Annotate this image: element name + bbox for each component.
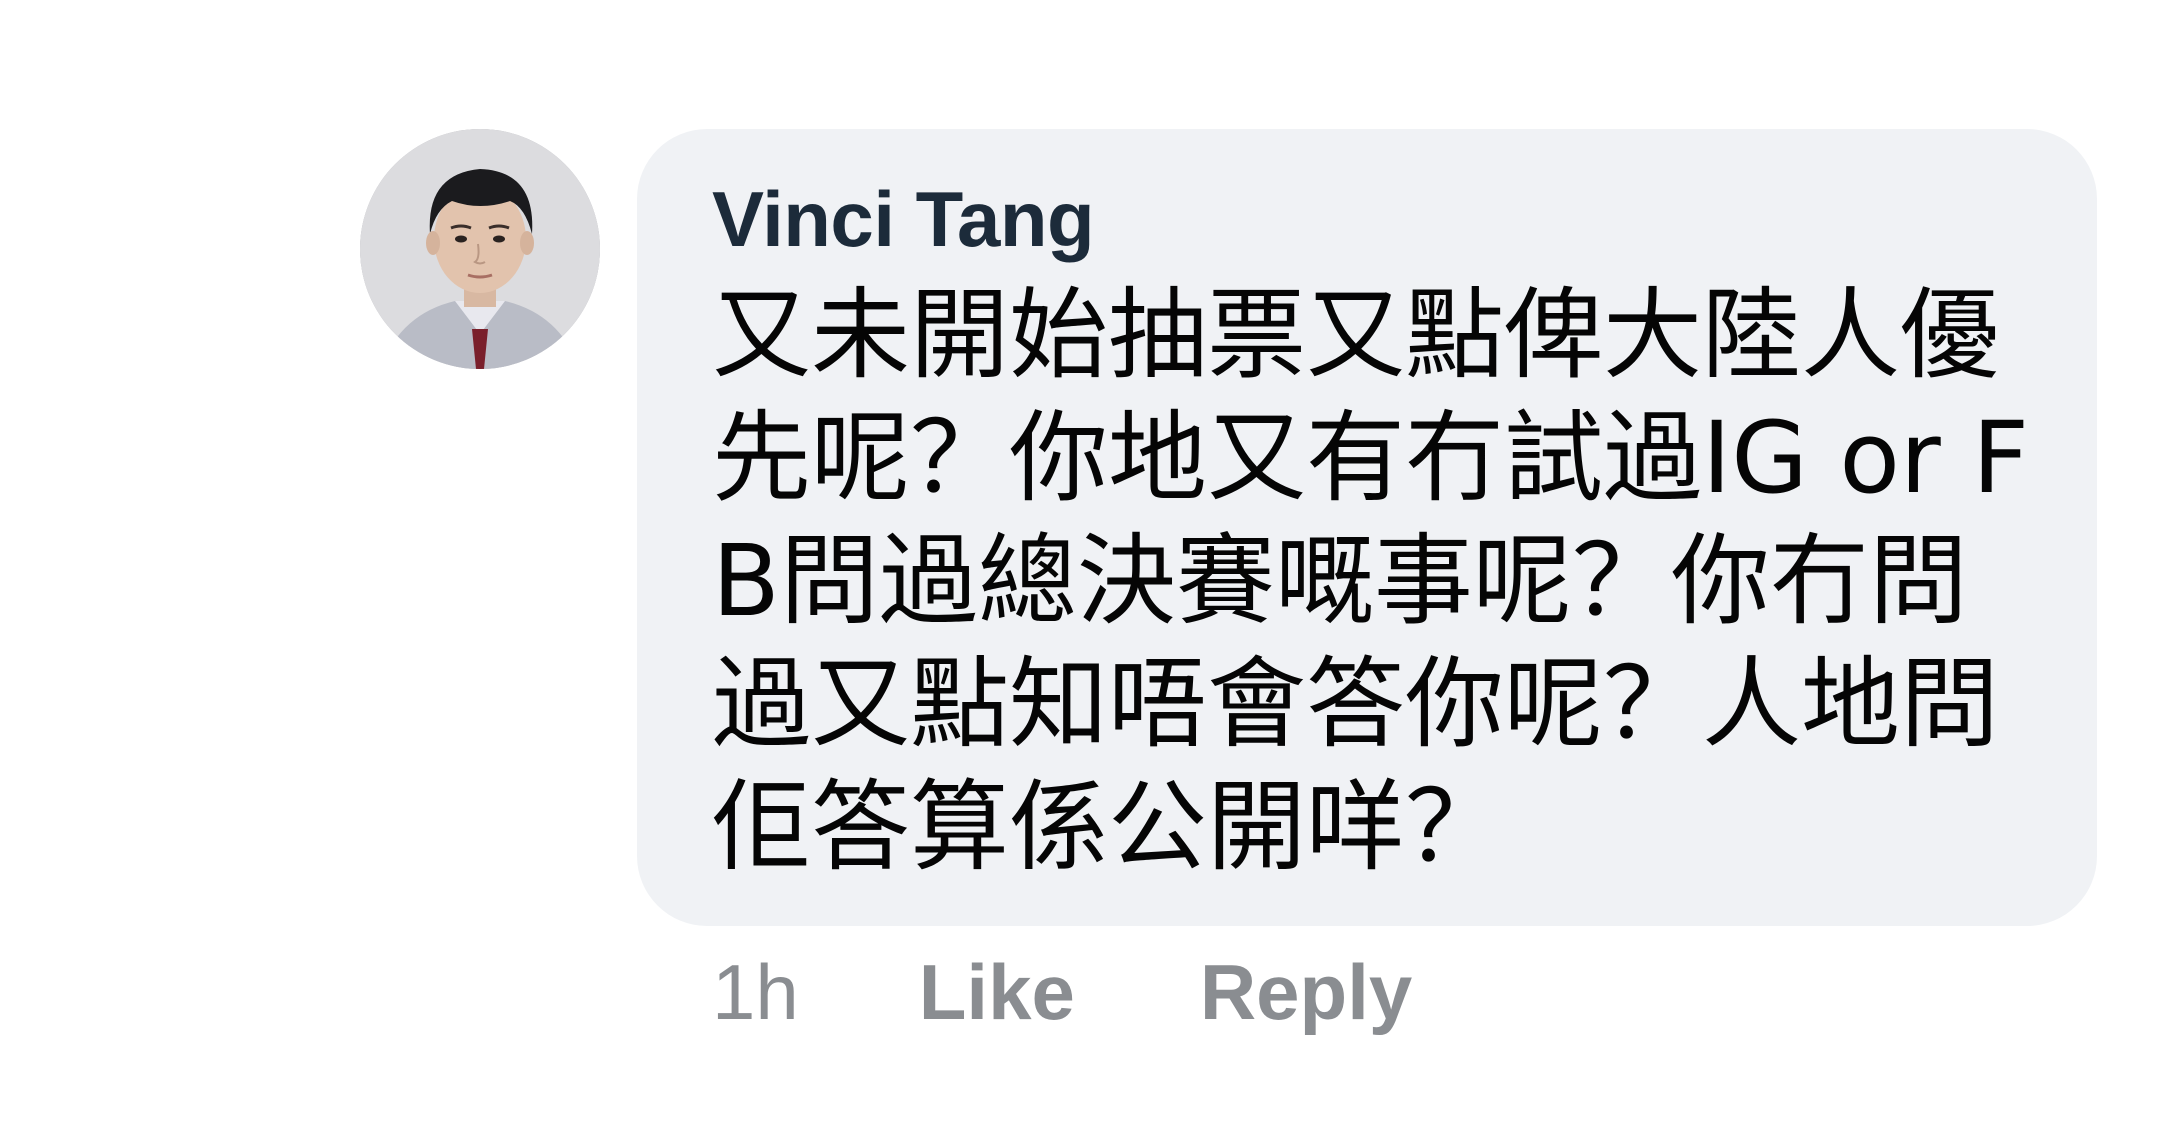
like-button[interactable]: Like: [919, 947, 1075, 1038]
avatar[interactable]: [360, 129, 600, 369]
comment-text: 又未開始抽票又點俾大陸人優先呢？你地又有冇試過IG or FB問過總決賽嘅事呢？…: [712, 278, 2030, 885]
previous-comment-fragment: [1310, 0, 1400, 4]
user-avatar-photo-icon: [360, 129, 600, 369]
comment-author-name[interactable]: Vinci Tang: [712, 174, 2057, 264]
reply-button[interactable]: Reply: [1200, 947, 1412, 1038]
comment-actions: 1h Like Reply: [712, 942, 1412, 1042]
comment-timestamp[interactable]: 1h: [712, 947, 799, 1038]
comment-bubble[interactable]: Vinci Tang 又未開始抽票又點俾大陸人優先呢？你地又有冇試過IG or …: [637, 129, 2097, 926]
